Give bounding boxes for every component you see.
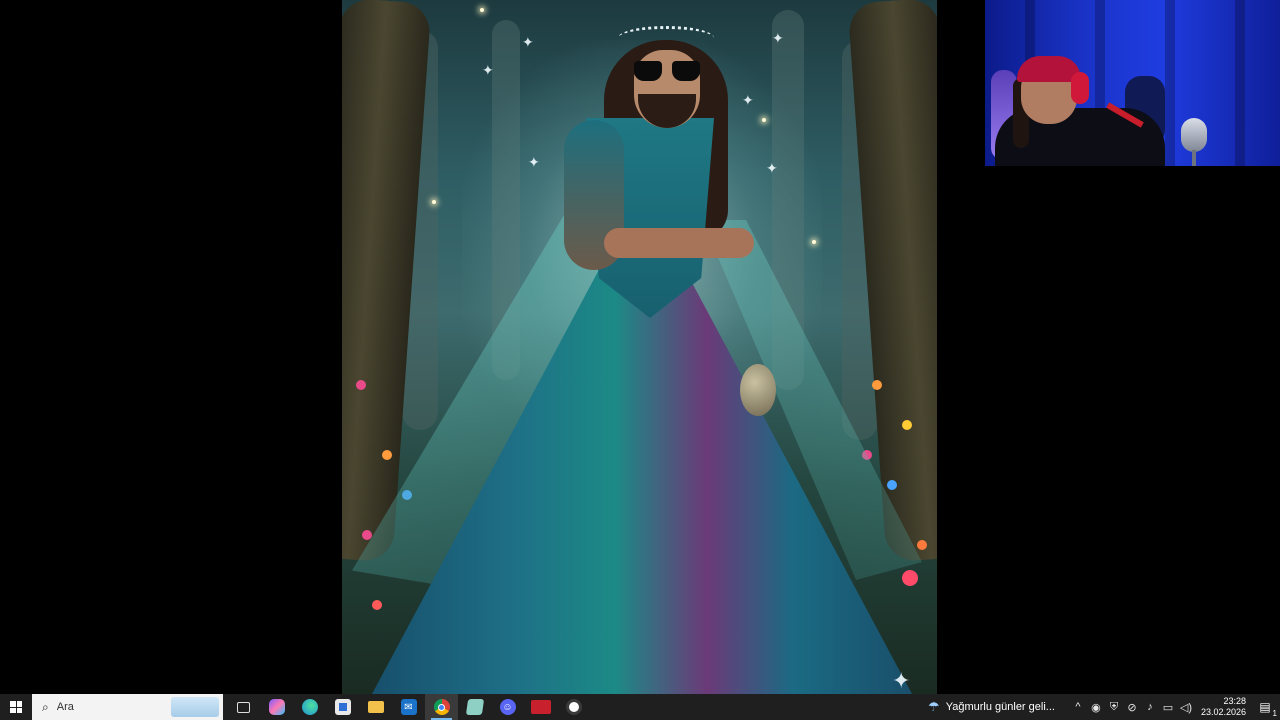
tiara bbox=[618, 26, 714, 50]
webcam-overlay bbox=[985, 0, 1280, 166]
butterfly-icon: ✦ bbox=[772, 30, 784, 46]
edge-icon bbox=[301, 699, 318, 715]
video-editor-button[interactable] bbox=[524, 694, 557, 720]
notification-count: 1 bbox=[1272, 709, 1277, 718]
edge-button[interactable] bbox=[293, 694, 326, 720]
system-tray: ☂ Yağmurlu günler geli... ^ ◉ ⛨ ⊘ ♪ ▭ ◁)… bbox=[928, 694, 1280, 720]
curtain-fold bbox=[1165, 0, 1175, 166]
folder-icon bbox=[367, 701, 384, 713]
notes-button[interactable] bbox=[458, 694, 491, 720]
curtain-fold bbox=[1235, 0, 1245, 166]
search-highlight-image[interactable] bbox=[171, 697, 219, 717]
start-button[interactable] bbox=[0, 694, 32, 720]
copilot-icon bbox=[268, 699, 285, 715]
copilot-button[interactable] bbox=[260, 694, 293, 720]
mic-stand bbox=[1192, 150, 1196, 166]
sparkle bbox=[812, 240, 816, 244]
sparkle bbox=[762, 118, 766, 122]
windows-icon bbox=[10, 701, 22, 713]
taskbar-search[interactable]: ⌕ bbox=[32, 694, 223, 720]
sparkle bbox=[480, 8, 484, 12]
video-editor-icon bbox=[530, 700, 551, 714]
taskbar: ⌕ ✉ ☺ bbox=[0, 694, 1280, 720]
fantasy-portrait-image: ✦ ✦ ✦ ✦ ✦ ✦ ✦ bbox=[342, 0, 937, 694]
obs-button[interactable] bbox=[557, 694, 590, 720]
file-explorer-button[interactable] bbox=[359, 694, 392, 720]
store-button[interactable] bbox=[326, 694, 359, 720]
outlook-button[interactable]: ✉ bbox=[392, 694, 425, 720]
microphone bbox=[1181, 118, 1207, 152]
rain-umbrella-icon: ☂ bbox=[928, 699, 940, 714]
notification-center-button[interactable]: ▤ 1 bbox=[1256, 699, 1277, 718]
weather-text: Yağmurlu günler geli... bbox=[945, 701, 1055, 713]
search-input[interactable] bbox=[56, 701, 167, 713]
discord-button[interactable]: ☺ bbox=[491, 694, 524, 720]
beaded-purse bbox=[740, 364, 776, 416]
desktop: ✦ ✦ ✦ ✦ ✦ ✦ ✦ bbox=[0, 0, 1280, 694]
butterfly-icon: ✦ bbox=[766, 160, 778, 176]
pinned-apps: ✉ ☺ bbox=[227, 694, 590, 720]
sparkle bbox=[432, 200, 436, 204]
microphone-icon[interactable]: ♪ bbox=[1142, 701, 1158, 713]
sunglasses bbox=[634, 61, 700, 81]
security-icon[interactable]: ⛨ bbox=[1106, 701, 1122, 714]
weather-widget[interactable]: ☂ Yağmurlu günler geli... bbox=[928, 699, 1055, 715]
clock-date: 23.02.2026 bbox=[1200, 707, 1246, 717]
butterfly-icon: ✦ bbox=[742, 92, 754, 108]
chrome-button[interactable] bbox=[425, 694, 458, 720]
butterfly-icon: ✦ bbox=[482, 62, 494, 78]
chrome-icon bbox=[433, 699, 450, 715]
search-icon: ⌕ bbox=[42, 699, 49, 714]
network-icon[interactable]: ▭ bbox=[1160, 701, 1176, 714]
notification-icon: ▤ bbox=[1259, 700, 1271, 714]
mail-icon: ✉ bbox=[400, 699, 417, 715]
task-view-button[interactable] bbox=[227, 694, 260, 720]
sparkle-watermark-icon: ✦ bbox=[892, 668, 911, 693]
steam-icon[interactable]: ◉ bbox=[1088, 701, 1104, 714]
chevron-up-icon[interactable]: ^ bbox=[1070, 701, 1086, 713]
clock-time: 23:28 bbox=[1223, 696, 1246, 706]
speaker-icon[interactable]: ◁) bbox=[1178, 701, 1194, 714]
butterfly-icon: ✦ bbox=[522, 34, 534, 50]
notes-icon bbox=[465, 699, 484, 715]
task-view-icon bbox=[237, 701, 250, 713]
discord-icon: ☺ bbox=[499, 699, 516, 715]
store-icon bbox=[334, 699, 351, 715]
tattooed-arm bbox=[604, 228, 754, 258]
costumed-figure bbox=[342, 0, 937, 694]
butterfly-icon: ✦ bbox=[528, 154, 540, 170]
obs-icon bbox=[565, 699, 582, 715]
headset bbox=[1071, 72, 1089, 104]
eye-off-icon[interactable]: ⊘ bbox=[1124, 701, 1140, 714]
clock[interactable]: 23:28 23.02.2026 bbox=[1201, 696, 1246, 718]
